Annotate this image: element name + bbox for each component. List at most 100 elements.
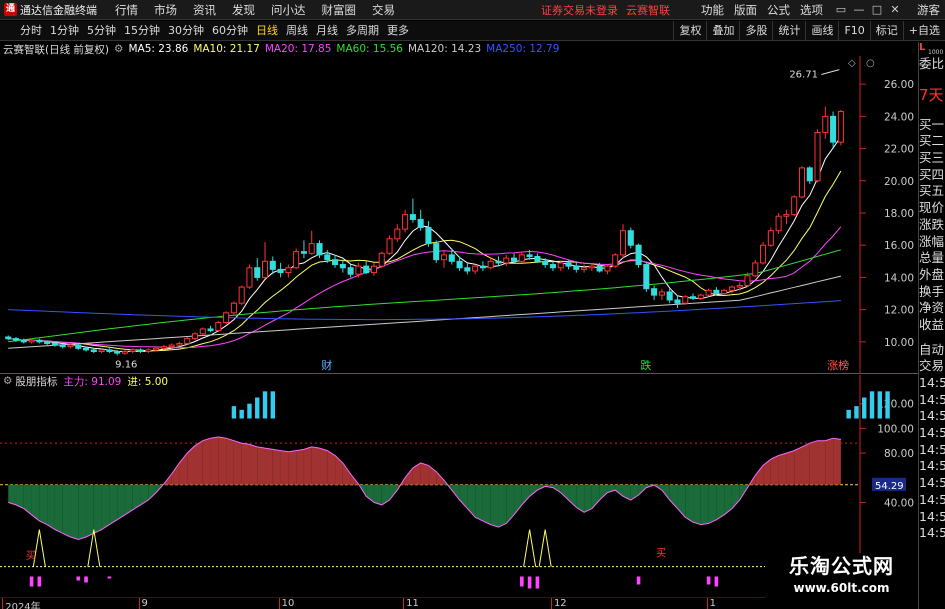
menu-item[interactable]: 交易 (364, 0, 403, 20)
ma-line-60 (8, 249, 842, 343)
candle-body (36, 339, 43, 343)
app-title: 通达信金融终端 (20, 3, 97, 17)
area-segment (23, 484, 32, 515)
menu-item[interactable]: 市场 (146, 0, 185, 20)
event-marker[interactable]: 涨榜 (827, 358, 849, 372)
status-text[interactable]: 证券交易未登录 (537, 2, 622, 18)
area-segment (801, 443, 810, 485)
quote-field: 买二 (919, 133, 945, 149)
candle-body (230, 302, 237, 314)
signal-bar (270, 391, 276, 419)
current-value-label: 54.29 (875, 481, 904, 492)
period-tab[interactable]: 分时 (16, 21, 46, 41)
quote-field: 自动 (919, 341, 945, 357)
signal-bar (846, 409, 851, 419)
buy-label: 买 (656, 548, 666, 560)
diamond-icon[interactable]: ◇ (848, 58, 856, 69)
area-segment (708, 484, 717, 524)
candle-body (370, 265, 377, 274)
menu-item[interactable]: 问小达 (263, 0, 314, 20)
date-tick: 12 (550, 598, 567, 609)
period-tab[interactable]: 15分钟 (120, 21, 164, 41)
quote-field: 外盘 (919, 266, 945, 282)
minimize-icon[interactable]: — (850, 3, 868, 16)
candle-body (612, 254, 619, 267)
quote-field: 买一 (919, 116, 945, 132)
menu-item[interactable]: 行情 (107, 0, 146, 20)
menu-item[interactable]: 资讯 (185, 0, 224, 20)
y-tick-label: 16.00 (884, 240, 914, 252)
period-tab[interactable]: 1分钟 (46, 21, 83, 41)
candle-body (417, 218, 424, 228)
candle-body (199, 328, 206, 335)
y-tick-label: 80.00 (884, 448, 914, 460)
menu-right-item[interactable]: 版面 (729, 2, 762, 18)
quote-field (919, 109, 945, 117)
menu-item[interactable]: 财富圈 (314, 0, 365, 20)
toolbar-button[interactable]: F10 (838, 20, 869, 41)
toolbar-button[interactable]: 叠加 (706, 20, 739, 41)
menu-item[interactable]: 发现 (224, 0, 263, 20)
candle-body (324, 254, 331, 261)
area-segment (47, 484, 55, 530)
event-marker[interactable]: 财 (321, 358, 332, 372)
candle-body (705, 289, 712, 296)
y-tick-label: 14.00 (884, 272, 914, 284)
watermark-title: 乐淘公式网 (789, 554, 894, 578)
toolbar-button[interactable]: +自选 (902, 20, 945, 41)
event-marker[interactable]: 跌 (640, 358, 651, 372)
period-tab[interactable]: 30分钟 (164, 21, 208, 41)
candlestick-chart[interactable]: 10.00 12.00 14.00 16.00 18.00 20.00 22.00 24.00… (0, 56, 918, 374)
menu-right-item[interactable]: 选项 (795, 2, 828, 18)
toolbar-button[interactable]: 复权 (673, 20, 706, 41)
area-segment (809, 440, 818, 485)
candle-body (191, 333, 199, 340)
indicator-gear-icon[interactable]: ⚙ (3, 375, 12, 387)
area-segment (482, 484, 491, 525)
period-tab[interactable]: 月线 (312, 21, 342, 41)
candle-body (20, 339, 27, 343)
quote-field: 14:56 (919, 408, 945, 424)
toolbar-button[interactable]: 标记 (869, 20, 903, 41)
quote-field: 14:56 (919, 525, 945, 541)
area-segment (817, 440, 826, 485)
settings-gear-icon[interactable]: ⚙ (114, 43, 123, 55)
candle-body (448, 254, 455, 262)
menu-right-item[interactable]: 功能 (696, 2, 729, 18)
period-tab[interactable]: 更多 (383, 21, 413, 41)
candle-body (767, 230, 774, 246)
area-segment (521, 484, 530, 505)
status-text[interactable]: 云赛智联 (622, 2, 674, 18)
restore-icon[interactable]: ▭ (832, 3, 850, 16)
y-tick-label: 18.00 (884, 208, 914, 220)
candle-body (67, 344, 74, 348)
toolbar-button[interactable]: 多股 (739, 20, 772, 41)
toolbar-button[interactable]: 统计 (772, 20, 805, 41)
period-tab[interactable]: 5分钟 (83, 21, 120, 41)
menu-right-item[interactable]: 公式 (762, 2, 795, 18)
y-tick-label: 24.00 (884, 111, 914, 123)
buy-mark (29, 576, 34, 587)
area-segment (86, 484, 94, 537)
period-tab[interactable]: 60分钟 (208, 21, 252, 41)
candle-body (386, 238, 393, 254)
period-tab[interactable]: 日线 (252, 21, 282, 41)
quote-field (919, 73, 945, 81)
candle-body (207, 328, 214, 332)
candle-body (534, 255, 541, 262)
signal-bar (262, 391, 268, 419)
circle-icon[interactable]: ○ (866, 58, 875, 69)
candle-body (363, 265, 370, 274)
maximize-icon[interactable]: □ (868, 3, 886, 16)
area-segment (327, 450, 336, 485)
area-segment (39, 484, 48, 525)
quote-field: 换手 (919, 283, 945, 299)
area-segment (54, 484, 63, 534)
quote-field: 总量 (919, 250, 945, 266)
period-tab[interactable]: 周线 (282, 21, 312, 41)
area-segment (194, 440, 203, 485)
toolbar-button[interactable]: 画线 (805, 20, 838, 41)
period-tab[interactable]: 多周期 (342, 21, 383, 41)
close-icon[interactable]: ✕ (886, 3, 904, 16)
guest-button[interactable]: 游客 (912, 2, 945, 18)
